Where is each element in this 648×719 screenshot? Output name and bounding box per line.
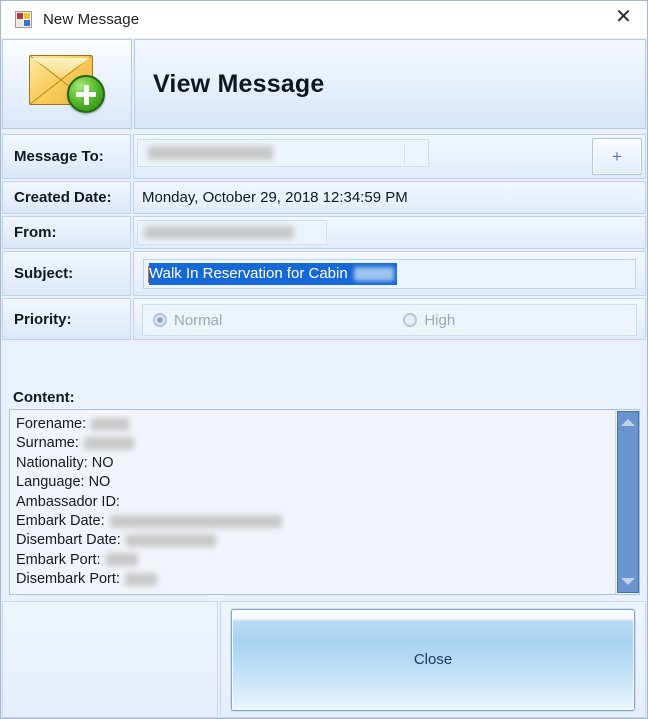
content-line-label: Embark Port: — [16, 551, 101, 568]
scroll-down-icon[interactable] — [621, 578, 635, 585]
row-created-date: Created Date: Monday, October 29, 2018 1… — [2, 181, 646, 214]
window-title: New Message — [43, 10, 140, 28]
content-line: Disembart Date: — [16, 531, 615, 550]
content-line-label: Ambassador ID: — [16, 493, 120, 510]
content-line-label: Nationality: NO — [16, 454, 114, 471]
subject-value: Walk In Reservation for Cabin — [149, 265, 348, 282]
footer: Close — [2, 601, 646, 718]
subject-input[interactable]: Walk In Reservation for Cabin — [143, 259, 636, 289]
content-line-label: Surname: — [16, 435, 79, 452]
radio-selected-icon — [153, 313, 167, 327]
message-to-label: Message To: — [2, 134, 131, 179]
message-to-combobox[interactable] — [137, 139, 429, 167]
priority-radio-high[interactable]: High — [403, 312, 455, 329]
priority-radio-normal[interactable]: Normal — [153, 312, 222, 329]
content-line: Forename: — [16, 415, 615, 434]
subject-label: Subject: — [2, 251, 131, 296]
priority-group: Normal High — [142, 304, 637, 336]
priority-label-text: Priority: — [14, 310, 72, 328]
content-line: Embark Date: — [16, 512, 615, 531]
content-line: Language: NO — [16, 473, 615, 492]
close-icon[interactable]: ✕ — [600, 1, 647, 31]
redacted-recipient — [148, 146, 273, 160]
title-bar: New Message ✕ — [1, 1, 647, 38]
redacted-value — [91, 417, 130, 431]
content-line-label: Disembark Port: — [16, 571, 120, 588]
content-line: Embark Port: — [16, 551, 615, 570]
from-label-text: From: — [14, 224, 57, 241]
page-title: View Message — [153, 69, 325, 98]
banner-title-cell: View Message — [134, 39, 646, 129]
new-message-dialog: New Message ✕ View Message Message To: +… — [0, 0, 648, 719]
close-button-label: Close — [413, 651, 453, 668]
from-label: From: — [2, 216, 131, 249]
from-field — [133, 216, 646, 249]
row-message-to: Message To: + — [2, 134, 646, 179]
content-line-label: Forename: — [16, 416, 87, 432]
row-subject: Subject: Walk In Reservation for Cabin — [2, 251, 646, 296]
priority-field: Normal High — [133, 298, 646, 340]
content-label: Content: — [13, 389, 75, 406]
redacted-value — [125, 534, 216, 548]
content-textbox[interactable]: Forename: Surname: Nationality: NO Langua… — [9, 409, 640, 595]
footer-spacer — [2, 601, 218, 718]
content-line-label: Embark Date: — [16, 512, 105, 529]
new-message-envelope-icon — [29, 55, 105, 113]
content-text: Forename: Surname: Nationality: NO Langua… — [10, 410, 615, 594]
add-recipient-button[interactable]: + — [592, 138, 642, 175]
scrollbar-thumb[interactable] — [617, 411, 639, 593]
scroll-up-icon[interactable] — [621, 419, 635, 426]
content-line: Nationality: NO — [16, 454, 615, 473]
subject-selected-text: Walk In Reservation for Cabin — [149, 263, 397, 285]
redacted-sender — [144, 226, 294, 239]
close-button[interactable]: Close — [231, 608, 635, 711]
created-date-label: Created Date: — [2, 181, 131, 214]
redacted-value — [124, 572, 157, 586]
from-value-box — [137, 220, 327, 245]
redacted-value — [83, 437, 134, 451]
redacted-value — [105, 553, 138, 567]
priority-normal-label: Normal — [174, 311, 223, 329]
row-priority: Priority: Normal High — [2, 298, 646, 340]
content-line: Ambassador ID: — [16, 493, 615, 512]
banner: View Message — [2, 39, 646, 129]
redacted-cabin-number — [353, 266, 394, 281]
content-line-label: Language: NO — [16, 474, 111, 491]
form-rows: Message To: + Created Date: Monday, Octo… — [2, 134, 646, 342]
message-to-field: + — [133, 134, 646, 179]
subject-label-text: Subject: — [14, 265, 74, 282]
created-date-label-text: Created Date: — [14, 189, 112, 206]
priority-label: Priority: — [2, 298, 131, 340]
subject-field: Walk In Reservation for Cabin — [133, 251, 646, 296]
row-from: From: — [2, 216, 646, 249]
content-line: Disembark Port: — [16, 570, 615, 589]
redacted-value — [109, 514, 282, 528]
priority-high-label: High — [424, 311, 456, 329]
content-line-label: Disembart Date: — [16, 532, 121, 549]
radio-unselected-icon — [403, 313, 418, 327]
created-date-field: Monday, October 29, 2018 12:34:59 PM — [133, 181, 646, 214]
banner-icon-cell — [2, 39, 132, 129]
created-date-value: Monday, October 29, 2018 12:34:59 PM — [142, 189, 408, 206]
content-line: Surname: — [16, 434, 615, 453]
footer-button-cell: Close — [220, 601, 646, 718]
content-scrollbar[interactable] — [615, 410, 639, 594]
message-to-label-text: Message To: — [14, 148, 104, 165]
winforms-app-icon — [15, 11, 32, 28]
